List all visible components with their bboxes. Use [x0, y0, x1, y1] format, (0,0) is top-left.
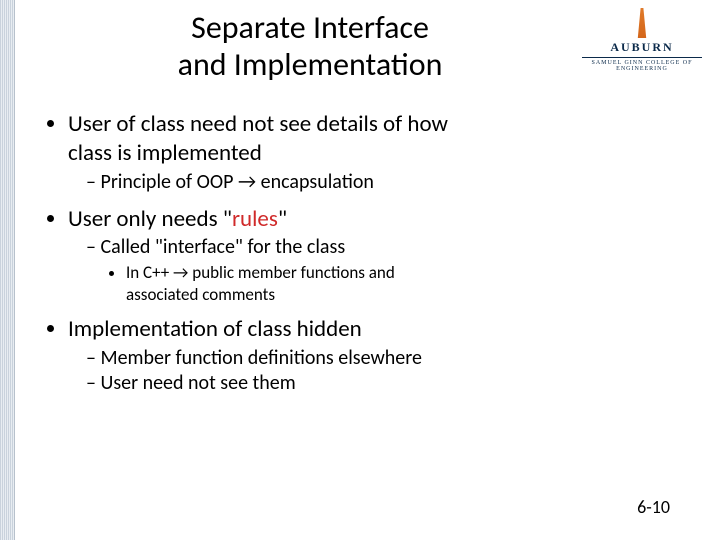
bullet-1-text-a: User of class need not see details of ho… [68, 110, 448, 138]
slide-body: User of class need not see details of ho… [40, 110, 680, 406]
bullet-2-sub-1: Called "interface" for the class In C++ … [86, 235, 680, 305]
bullet-1-sub-1: Principle of OOP → encapsulation [86, 170, 680, 195]
title-line-1: Separate Interface [191, 8, 429, 47]
bullet-2-post: " [278, 205, 287, 233]
title-line-2: and Implementation [178, 45, 443, 84]
bullet-2-pre: User only needs " [68, 205, 232, 233]
tower-icon [635, 8, 649, 38]
logo-name: AUBURN [582, 40, 702, 55]
bullet-3-text: Implementation of class hidden [68, 315, 362, 343]
bullet-2-subsub-a: In C++ → public member functions and [126, 262, 395, 283]
bullet-2-sub-1-text: Called "interface" for the class [100, 235, 345, 259]
side-stripe [0, 0, 15, 540]
bullet-3-sub-2: User need not see them [86, 371, 680, 396]
bullet-3: Implementation of class hidden Member fu… [68, 315, 680, 396]
bullet-2: User only needs "rules" Called "interfac… [68, 205, 680, 305]
logo-subtitle: SAMUEL GINN COLLEGE OF ENGINEERING [582, 57, 702, 72]
bullet-1: User of class need not see details of ho… [68, 110, 680, 195]
page-number: 6-10 [637, 496, 670, 518]
slide: AUBURN SAMUEL GINN COLLEGE OF ENGINEERIN… [0, 0, 720, 540]
bullet-2-highlight: rules [232, 205, 278, 233]
bullet-1-text-b: class is implemented [68, 139, 262, 167]
slide-title: Separate Interface and Implementation [80, 10, 540, 84]
bullet-3-sub-1: Member function definitions elsewhere [86, 346, 680, 371]
university-logo: AUBURN SAMUEL GINN COLLEGE OF ENGINEERIN… [582, 8, 702, 72]
bullet-2-subsub-b: associated comments [126, 284, 275, 305]
bullet-2-subsub-1: In C++ → public member functions and ass… [126, 262, 680, 305]
